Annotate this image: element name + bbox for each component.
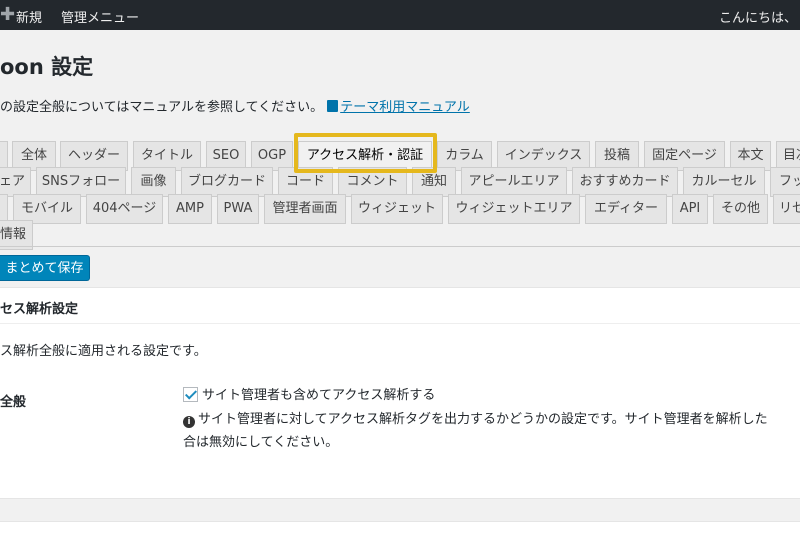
admin-bar: ✚ 新規 管理メニュー こんにちは、 <box>0 0 800 30</box>
include-admin-checkbox-label[interactable]: サイト管理者も含めてアクセス解析する <box>183 384 435 403</box>
tab-admin-screen[interactable]: 管理者画面 <box>264 194 346 224</box>
tab-share[interactable]: ェア <box>0 167 31 197</box>
section-description: ス解析全般に適用される設定です。 <box>0 344 207 359</box>
section-title: セス解析設定 <box>0 302 79 317</box>
new-button[interactable]: 新規 <box>16 7 42 26</box>
include-admin-checkbox[interactable] <box>183 387 198 402</box>
plus-icon[interactable]: ✚ <box>0 6 15 24</box>
tab-api[interactable]: API <box>672 194 708 224</box>
tab-image[interactable]: 画像 <box>131 167 176 197</box>
tab-appeal-area[interactable]: アピールエリア <box>461 167 567 197</box>
setting-row-label: 全般 <box>0 395 27 410</box>
help-text-line1: サイト管理者に対してアクセス解析タグを出力するかどうかの設定です。サイト管理者を… <box>198 412 768 427</box>
tab-editor[interactable]: エディター <box>585 194 667 224</box>
tab-carousel[interactable]: カルーセル <box>683 167 765 197</box>
tab-widget-area[interactable]: ウィジェットエリア <box>448 194 580 224</box>
tab-widget[interactable]: ウィジェット <box>351 194 443 224</box>
tabs-baseline <box>0 246 800 247</box>
admin-menu-link[interactable]: 管理メニュー <box>61 7 139 26</box>
tab-sns-follow[interactable]: SNSフォロー <box>36 167 126 197</box>
checkbox-text: サイト管理者も含めてアクセス解析する <box>202 388 436 403</box>
howdy-user-menu[interactable]: こんにちは、 <box>719 7 797 26</box>
settings-panel: セス解析設定 ス解析全般に適用される設定です。 全般 サイト管理者も含めてアクセ… <box>0 287 800 499</box>
page-title: oon 設定 <box>0 55 94 79</box>
tab-reset[interactable]: リセ <box>773 194 800 224</box>
save-all-button[interactable]: まとめて保存 <box>0 255 90 281</box>
tab-404[interactable]: 404ページ <box>86 194 163 224</box>
tab-blogcard[interactable]: ブログカード <box>181 167 273 197</box>
intro-sentence: の設定全般についてはマニュアルを参照してください。 <box>0 100 324 115</box>
panel-header: セス解析設定 <box>0 288 800 324</box>
tab-pwa[interactable]: PWA <box>217 194 259 224</box>
tab-amp[interactable]: AMP <box>168 194 212 224</box>
tab-other[interactable]: その他 <box>713 194 768 224</box>
info-icon: i <box>183 416 195 428</box>
next-panel-partial <box>0 521 800 533</box>
theme-manual-link[interactable]: テーマ利用マニュアル <box>340 100 470 115</box>
book-icon <box>327 100 339 112</box>
highlight-box <box>294 133 437 173</box>
help-text-line2: 合は無効にしてください。 <box>183 435 339 450</box>
tab-footer[interactable]: フッ <box>770 167 800 197</box>
tab-recommended-cards[interactable]: おすすめカード <box>572 167 678 197</box>
help-text: i サイト管理者に対してアクセス解析タグを出力するかどうかの設定です。サイト管理者… <box>183 408 768 428</box>
intro-text: の設定全般についてはマニュアルを参照してください。 テーマ利用マニュアル <box>0 96 470 115</box>
